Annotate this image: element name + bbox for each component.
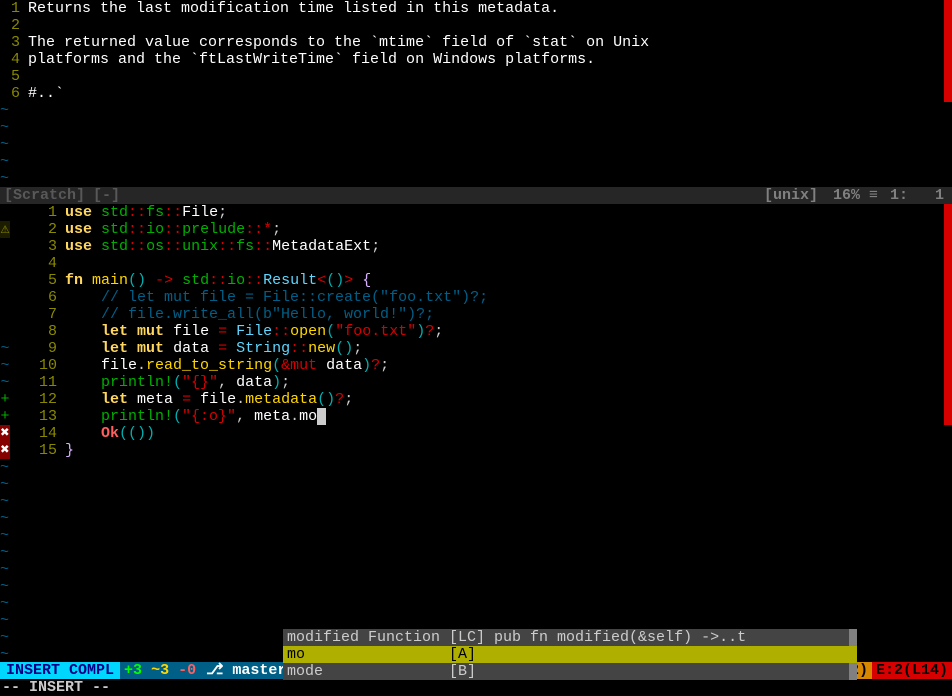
completion-item[interactable]: mo [A] [283, 646, 857, 663]
tilde-line: ~ [0, 544, 9, 561]
scrollbar-marker [944, 204, 952, 425]
line-number: 7 [10, 306, 65, 323]
add-sign: + [0, 391, 10, 408]
tilde-line: ~ [0, 646, 9, 663]
popup-scrollbar [849, 629, 857, 646]
code-line: 3 use std::os::unix::fs::MetadataExt; [0, 238, 952, 255]
code-line: ⚠2 use std::io::prelude::*; [0, 221, 952, 238]
line-number: 4 [0, 51, 28, 68]
tilde-line: ~ [0, 578, 9, 595]
code-line: +12 let meta = file.metadata()?; [0, 391, 952, 408]
doc-line: 4platforms and the `ftLastWriteTime` fie… [0, 51, 952, 68]
tilde-line: ~ [0, 493, 9, 510]
doc-pane: 1Returns the last modification time list… [0, 0, 952, 187]
cursor-pos: 1: 1 [882, 187, 952, 204]
percent: 16% ≡ [822, 187, 882, 204]
tilde-line: ~ [0, 561, 9, 578]
line-number: 1 [10, 204, 65, 221]
code-line: 8 let mut file = File::open("foo.txt")?; [0, 323, 952, 340]
tilde-line: ~ [0, 153, 9, 170]
line-number: 6 [10, 289, 65, 306]
tilde-line: ~ [0, 612, 9, 629]
tilde-line: ~ [0, 136, 9, 153]
change-sign: ~ [0, 374, 10, 391]
line-number: 6 [0, 85, 28, 102]
line-number: 3 [10, 238, 65, 255]
code-line: ✖15 } [0, 442, 952, 459]
tilde-line: ~ [0, 476, 9, 493]
doc-line: 2 [0, 17, 952, 34]
tilde-line: ~ [0, 595, 9, 612]
warning-sign: ⚠ [0, 221, 10, 238]
tilde-line: ~ [0, 459, 9, 476]
line-number: 11 [10, 374, 65, 391]
line-number: 5 [10, 272, 65, 289]
line-number: 9 [10, 340, 65, 357]
tilde-line: ~ [0, 170, 9, 187]
completion-item[interactable]: mode [B] [283, 663, 857, 680]
tilde-line: ~ [0, 527, 9, 544]
error-sign: ✖ [0, 442, 10, 459]
modified-flag: [-] [89, 187, 124, 204]
code-line-cursor: +13 println!("{:o}", meta.mo [0, 408, 952, 425]
line-number: 4 [10, 255, 65, 272]
doc-line: 5 [0, 68, 952, 85]
doc-line: 3The returned value corresponds to the `… [0, 34, 952, 51]
line-number: 3 [0, 34, 28, 51]
doc-line: 6#..` [0, 85, 952, 102]
line-number: 8 [10, 323, 65, 340]
doc-line: 1Returns the last modification time list… [0, 0, 952, 17]
line-number: 10 [10, 357, 65, 374]
code-line: ~10 file.read_to_string(&mut data)?; [0, 357, 952, 374]
tilde-line: ~ [0, 510, 9, 527]
code-line: 5 fn main() -> std::io::Result<()> { [0, 272, 952, 289]
scrollbar-marker [944, 0, 952, 102]
popup-scrollbar [849, 646, 857, 663]
code-line: 6 // let mut file = File::create("foo.tx… [0, 289, 952, 306]
change-sign: ~ [0, 340, 10, 357]
tilde-line: ~ [0, 119, 9, 136]
line-number: 12 [10, 391, 65, 408]
code-line: 4 [0, 255, 952, 272]
git-hunks: +3 ~3 -0 [120, 662, 200, 679]
change-sign: ~ [0, 357, 10, 374]
tilde-line: ~ [0, 629, 9, 646]
command-line[interactable]: -- INSERT -- [0, 679, 952, 696]
completion-popup[interactable]: modified Function [LC] pub fn modified(&… [283, 629, 857, 680]
code-pane[interactable]: 1 use std::fs::File; ⚠2 use std::io::pre… [0, 204, 952, 662]
cursor [317, 408, 326, 425]
line-number: 13 [10, 408, 65, 425]
doc-statusline: [Scratch][-] [unix] 16% ≡ 1: 1 [0, 187, 952, 204]
line-number: 2 [10, 221, 65, 238]
code-line: ✖14 Ok(()) [0, 425, 952, 442]
line-number: 14 [10, 425, 65, 442]
buffer-name: [Scratch] [0, 187, 89, 204]
mode-indicator: INSERT COMPL [0, 662, 120, 679]
completion-item[interactable]: modified Function [LC] pub fn modified(&… [283, 629, 857, 646]
file-format: [unix] [760, 187, 822, 204]
popup-scrollbar [849, 663, 857, 680]
line-number: 15 [10, 442, 65, 459]
line-number: 1 [0, 0, 28, 17]
code-line: 1 use std::fs::File; [0, 204, 952, 221]
line-number: 5 [0, 68, 28, 85]
code-line: 7 // file.write_all(b"Hello, world!")?; [0, 306, 952, 323]
error-sign: ✖ [0, 425, 10, 442]
tilde-line: ~ [0, 102, 9, 119]
line-number: 2 [0, 17, 28, 34]
error-count: E:2(L14) [872, 662, 952, 679]
add-sign: + [0, 408, 10, 425]
code-line: ~9 let mut data = String::new(); [0, 340, 952, 357]
code-line: ~11 println!("{}", data); [0, 374, 952, 391]
